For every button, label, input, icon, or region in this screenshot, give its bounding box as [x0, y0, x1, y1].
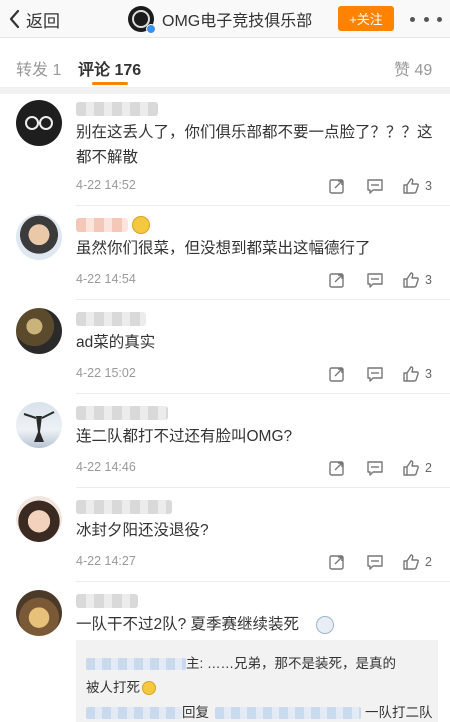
repost-button[interactable]	[328, 458, 346, 478]
avatar[interactable]	[16, 100, 62, 146]
username-blurred[interactable]	[76, 218, 128, 232]
comment-time: 4-22 14:52	[76, 178, 136, 192]
comment-text: ad菜的真实	[76, 334, 156, 351]
username-blurred[interactable]	[76, 406, 168, 420]
comment-icon	[367, 367, 383, 382]
reply-button[interactable]	[366, 458, 384, 478]
comment-actions: 3	[328, 176, 440, 196]
like-icon	[403, 460, 419, 476]
like-button[interactable]: 3	[402, 270, 432, 290]
like-icon	[403, 178, 419, 194]
repost-icon	[329, 179, 344, 194]
repost-icon	[329, 273, 344, 288]
avatar[interactable]	[16, 590, 62, 636]
reply-button[interactable]	[366, 270, 384, 290]
avatar[interactable]	[16, 496, 62, 542]
laugh-emoji-icon	[142, 681, 156, 696]
comment-time: 4-22 14:27	[76, 554, 136, 568]
repost-button[interactable]	[328, 552, 346, 572]
like-count: 3	[425, 179, 432, 193]
active-tab-indicator	[92, 82, 128, 85]
like-button[interactable]: 3	[402, 176, 432, 196]
reply-preview[interactable]: 主: ……兄弟，那不是装死，是真的 被人打死 回复 一队打二队	[76, 640, 438, 722]
back-button[interactable]: 返回	[8, 6, 60, 32]
comment-actions: 2	[328, 552, 440, 572]
tab-bar: 转发 1 评论 176 赞 49	[0, 38, 450, 88]
reply-tail: 一队打二队	[365, 705, 433, 720]
repost-button[interactable]	[328, 176, 346, 196]
tab-likes[interactable]: 赞 49	[394, 56, 432, 80]
like-count: 2	[425, 461, 432, 475]
reply-button[interactable]	[366, 176, 384, 196]
like-icon	[403, 554, 419, 570]
like-count: 3	[425, 367, 432, 381]
title-text: OMG电子竞技俱乐部	[162, 13, 313, 30]
comment-time: 4-22 14:54	[76, 272, 136, 286]
comment-text: 连二队都打不过还有脸叫OMG?	[76, 428, 293, 445]
username-blurred[interactable]	[76, 500, 172, 514]
reply-username-blurred[interactable]	[86, 658, 186, 671]
comment-text: 虽然你们很菜，但没想到都菜出这幅德行了	[76, 240, 371, 257]
comment-text: 冰封夕阳还没退役?	[76, 522, 209, 539]
comment-text: 一队干不过2队? 夏季赛继续装死	[76, 616, 300, 633]
section-gap	[0, 88, 450, 94]
reply-username-blurred[interactable]	[86, 707, 182, 720]
comment-time: 4-22 14:46	[76, 460, 136, 474]
like-button[interactable]: 2	[402, 458, 432, 478]
comment-icon	[367, 179, 383, 194]
like-button[interactable]: 2	[402, 552, 432, 572]
comment-actions: 2	[328, 458, 440, 478]
reply-text: 主: ……兄弟，那不是装死，是真的	[186, 656, 397, 671]
follow-button[interactable]: +关注	[338, 6, 394, 31]
verified-badge-icon	[146, 24, 156, 34]
username-blurred[interactable]	[76, 312, 146, 326]
club-avatar[interactable]	[128, 6, 156, 34]
reply-text-cont: 被人打死	[86, 680, 140, 695]
comment-item: ad菜的真实 4-22 15:02 3	[0, 300, 450, 394]
comment-actions: 3	[328, 364, 440, 384]
repost-icon	[329, 555, 344, 570]
top-nav-bar: 返回 OMG电子竞技俱乐部 +关注	[0, 0, 450, 38]
back-label: 返回	[26, 11, 60, 31]
tab-comments[interactable]: 评论 176	[78, 56, 141, 80]
reply-line: 回复 一队打二队	[86, 701, 433, 721]
like-count: 3	[425, 273, 432, 287]
comment-item: 冰封夕阳还没退役? 4-22 14:27 2	[0, 488, 450, 582]
tab-reposts[interactable]: 转发 1	[16, 56, 61, 80]
like-count: 2	[425, 555, 432, 569]
crying-face-icon	[316, 616, 334, 634]
chevron-left-icon	[9, 9, 20, 29]
reply-line: 被人打死	[86, 676, 156, 696]
like-icon	[403, 366, 419, 382]
repost-icon	[329, 367, 344, 382]
reply-target-blurred[interactable]	[215, 707, 361, 720]
avatar[interactable]	[16, 308, 62, 354]
comment-icon	[367, 555, 383, 570]
page-title: OMG电子竞技俱乐部	[128, 4, 312, 34]
comment-text: 别在这丢人了，你们俱乐部都不要一点脸了？？？这都不解散	[76, 124, 433, 166]
comment-icon	[367, 273, 383, 288]
reply-connector: 回复	[182, 705, 209, 720]
comment-item: 虽然你们很菜，但没想到都菜出这幅德行了 4-22 14:54 3	[0, 206, 450, 300]
more-dots-icon[interactable]	[410, 8, 442, 30]
reply-button[interactable]	[366, 364, 384, 384]
repost-icon	[329, 461, 344, 476]
comment-actions: 3	[328, 270, 440, 290]
username-blurred[interactable]	[76, 102, 158, 116]
avatar[interactable]	[16, 402, 62, 448]
reply-button[interactable]	[366, 552, 384, 572]
comment-time: 4-22 15:02	[76, 366, 136, 380]
emoji-icon	[132, 216, 150, 234]
username-blurred[interactable]	[76, 594, 138, 608]
like-icon	[403, 272, 419, 288]
comment-item: 别在这丢人了，你们俱乐部都不要一点脸了？？？这都不解散 4-22 14:52 3	[0, 94, 450, 206]
comment-item: 连二队都打不过还有脸叫OMG? 4-22 14:46 2	[0, 394, 450, 488]
comment-icon	[367, 461, 383, 476]
repost-button[interactable]	[328, 270, 346, 290]
avatar[interactable]	[16, 214, 62, 260]
reply-line: 主: ……兄弟，那不是装死，是真的	[86, 652, 396, 672]
repost-button[interactable]	[328, 364, 346, 384]
like-button[interactable]: 3	[402, 364, 432, 384]
